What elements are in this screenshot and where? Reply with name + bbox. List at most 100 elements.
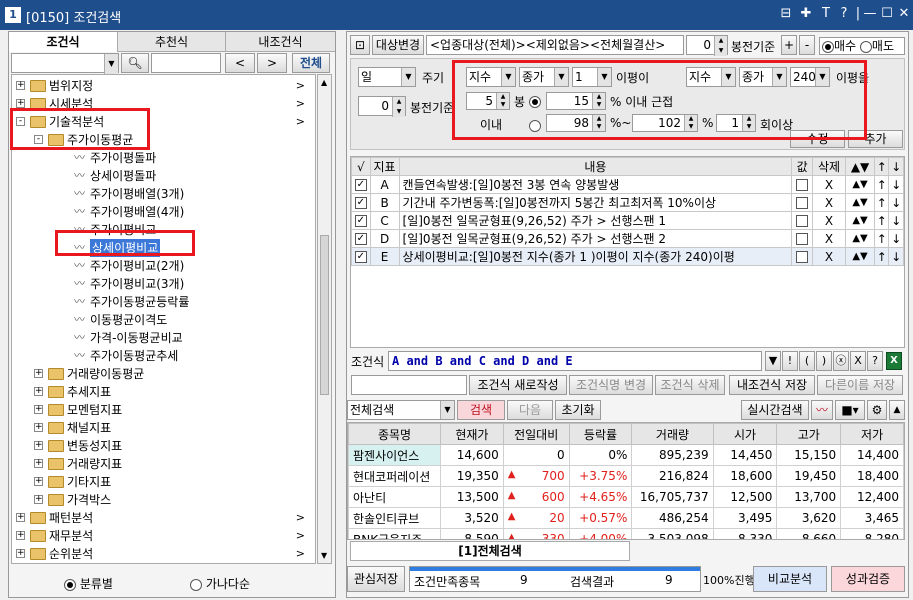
layout-icon[interactable]: ⊟ [778,6,794,21]
delete-condition-button[interactable]: 조건식 삭제 [655,375,725,395]
price-select-2[interactable]: 종가 ▼ [739,67,787,87]
expr-input[interactable]: A and B and C and D and E [388,351,762,371]
within-spin[interactable]: 15 ▲ ▼ [546,92,606,110]
close-icon[interactable]: ✕ [896,6,912,21]
scroll-up-icon[interactable]: ▲ [321,78,327,87]
search-input[interactable] [151,53,221,73]
edit-button[interactable]: 수정 [790,130,845,148]
condition-value[interactable] [791,247,813,266]
condition-delete[interactable]: X [811,193,847,212]
realtime-search-button[interactable]: 실시간검색 [741,400,809,420]
ma-period-select-1[interactable]: 1 ▼ [572,67,612,87]
move-icon[interactable]: ▲▼ [845,193,876,212]
move-up-icon[interactable]: ↑ [873,193,890,212]
sort-by-alpha[interactable]: 가나다순 [190,575,250,592]
spin-arrows-icon[interactable]: ▲ ▼ [742,115,755,131]
tree-item[interactable]: 〰 이동평균이격도 [12,311,315,329]
minus-button[interactable]: - [799,35,815,55]
expand-icon[interactable]: + [16,549,25,558]
pin-icon[interactable]: ✚ [798,6,814,21]
condition-check[interactable]: ✓ [351,193,371,212]
condition-row[interactable]: ✓ A 캔들연속발생:[일]0봉전 3봉 연속 양봉발생 X ▲▼ ↑ ↓ [351,175,904,194]
chevron-right-icon[interactable]: > [296,95,305,113]
maximize-icon[interactable]: ☐ [879,6,895,21]
move-icon[interactable]: ▲▼ [845,175,876,194]
scroll-thumb[interactable] [320,235,329,395]
condition-check[interactable]: ✓ [351,229,371,248]
expand-icon[interactable]: + [34,405,43,414]
sort-by-category[interactable]: 분류별 [64,575,113,592]
tree-item[interactable]: 〰 상세이평비교 [12,239,315,257]
bars-spin[interactable]: 5 ▲ ▼ [466,92,510,110]
condition-row[interactable]: ✓ B 기간내 주가변동폭:[일]0봉전까지 5봉간 최고최저폭 10%이상 X ▲▼ ↑… [351,193,904,212]
tree-scrollbar[interactable]: ▲ ▼ [317,74,332,564]
expand-icon[interactable]: + [34,459,43,468]
buy-sell-toggle[interactable]: 매수 매도 [819,37,905,55]
range-radio[interactable] [529,118,541,132]
period-select[interactable]: 일 ▼ [358,67,416,87]
search-mode-select[interactable]: 전체검색 ▼ [347,400,455,420]
watch-save-button[interactable]: 관심저장 [347,566,405,592]
condition-value[interactable] [791,211,813,230]
move-up-icon[interactable]: ↑ [873,211,890,230]
menu-icon[interactable]: ■▾ [835,400,865,420]
move-down-icon[interactable]: ↓ [888,211,904,230]
tree-folder[interactable]: + 거래량이동평균 [12,365,315,383]
move-down-icon[interactable]: ↓ [888,175,904,194]
checkbox-icon[interactable] [796,233,809,245]
stock-name[interactable]: BNK금융지주 [348,528,442,539]
target-icon[interactable]: ⊡ [350,35,370,55]
result-row[interactable]: 팜젠사이언스 14,600 0 0% 895,239 14,450 15,150 14,400 [348,444,904,466]
condition-row[interactable]: ✓ E 상세이평비교:[일]0봉전 지수(종가 1 )이평이 지수(종가 240)이… [351,247,904,266]
add-button[interactable]: 추가 [848,130,903,148]
checkbox-icon[interactable] [796,215,809,227]
checkbox-icon[interactable]: ✓ [354,197,367,209]
tree-item[interactable]: 〰 주가이평비교(3개) [12,275,315,293]
font-icon[interactable]: T [818,6,834,21]
move-down-icon[interactable]: ↓ [888,193,904,212]
tree-folder[interactable]: + 기타지표 [12,473,315,491]
price-select-1[interactable]: 종가 ▼ [519,67,569,87]
chevron-right-icon[interactable]: > [296,113,305,131]
stock-name[interactable]: 한솔인티큐브 [348,507,442,529]
condition-delete[interactable]: X [811,211,847,230]
collapse-icon[interactable]: ▲ [889,400,905,420]
dropdown-icon[interactable]: ▼ [765,351,781,371]
condition-delete[interactable]: X [811,229,847,248]
minimize-icon[interactable]: — [862,6,878,21]
tree-folder[interactable]: + 순위분석 > [12,545,315,563]
spin-arrows-icon[interactable]: ▲ ▼ [392,97,405,117]
tree-folder[interactable]: + 범위지정 > [12,77,315,95]
tree-item[interactable]: 〰 주가이동평균추세 [12,347,315,365]
tab-all-search[interactable]: [1]전체검색 [350,541,630,561]
tree-item[interactable]: 〰 주가이평배열(4개) [12,203,315,221]
stock-name[interactable]: 팜젠사이언스 [348,444,442,466]
expand-icon[interactable]: + [16,99,25,108]
close-paren-icon[interactable]: ) [816,351,832,371]
category-select[interactable]: ▼ [11,53,119,74]
checkbox-icon[interactable]: ✓ [354,215,367,227]
excel-icon[interactable]: X [886,352,902,370]
tree-folder[interactable]: + 재무분석 > [12,527,315,545]
help-icon[interactable]: ? [867,351,883,371]
tree-folder[interactable]: + 변동성지표 [12,437,315,455]
collapse-icon[interactable]: - [16,117,25,126]
condition-delete[interactable]: X [811,175,847,194]
move-up-icon[interactable]: ↑ [873,175,890,194]
chevron-right-icon[interactable]: > [296,77,305,95]
prev-button[interactable]: < [225,53,255,73]
range-to-spin[interactable]: 102 ▲ ▼ [632,114,698,132]
result-row[interactable]: 아난티 13,500 ▲ 600 +4.65% 16,705,737 12,500 13,70… [348,486,904,508]
expand-icon[interactable]: + [16,81,25,90]
tree-folder[interactable]: - 기술적분석 > [12,113,315,131]
condition-name-input[interactable] [351,375,467,395]
stock-name[interactable]: 현대코퍼레이션 [348,465,442,487]
run-search-button[interactable]: 검색 [457,400,505,420]
move-up-icon[interactable]: ↑ [873,229,890,248]
tree-item[interactable]: 〰 가격-이동평균비교 [12,329,315,347]
target-change-button[interactable]: 대상변경 [372,35,424,55]
top-bar-spin[interactable]: 0 ▲ ▼ [686,35,728,56]
result-row[interactable]: BNK금융지주 8,590 ▲ 330 +4.00% 3,503,098 8,330 8,66… [348,528,904,539]
checkbox-icon[interactable] [796,197,809,209]
delete-icon[interactable]: X [850,351,866,371]
